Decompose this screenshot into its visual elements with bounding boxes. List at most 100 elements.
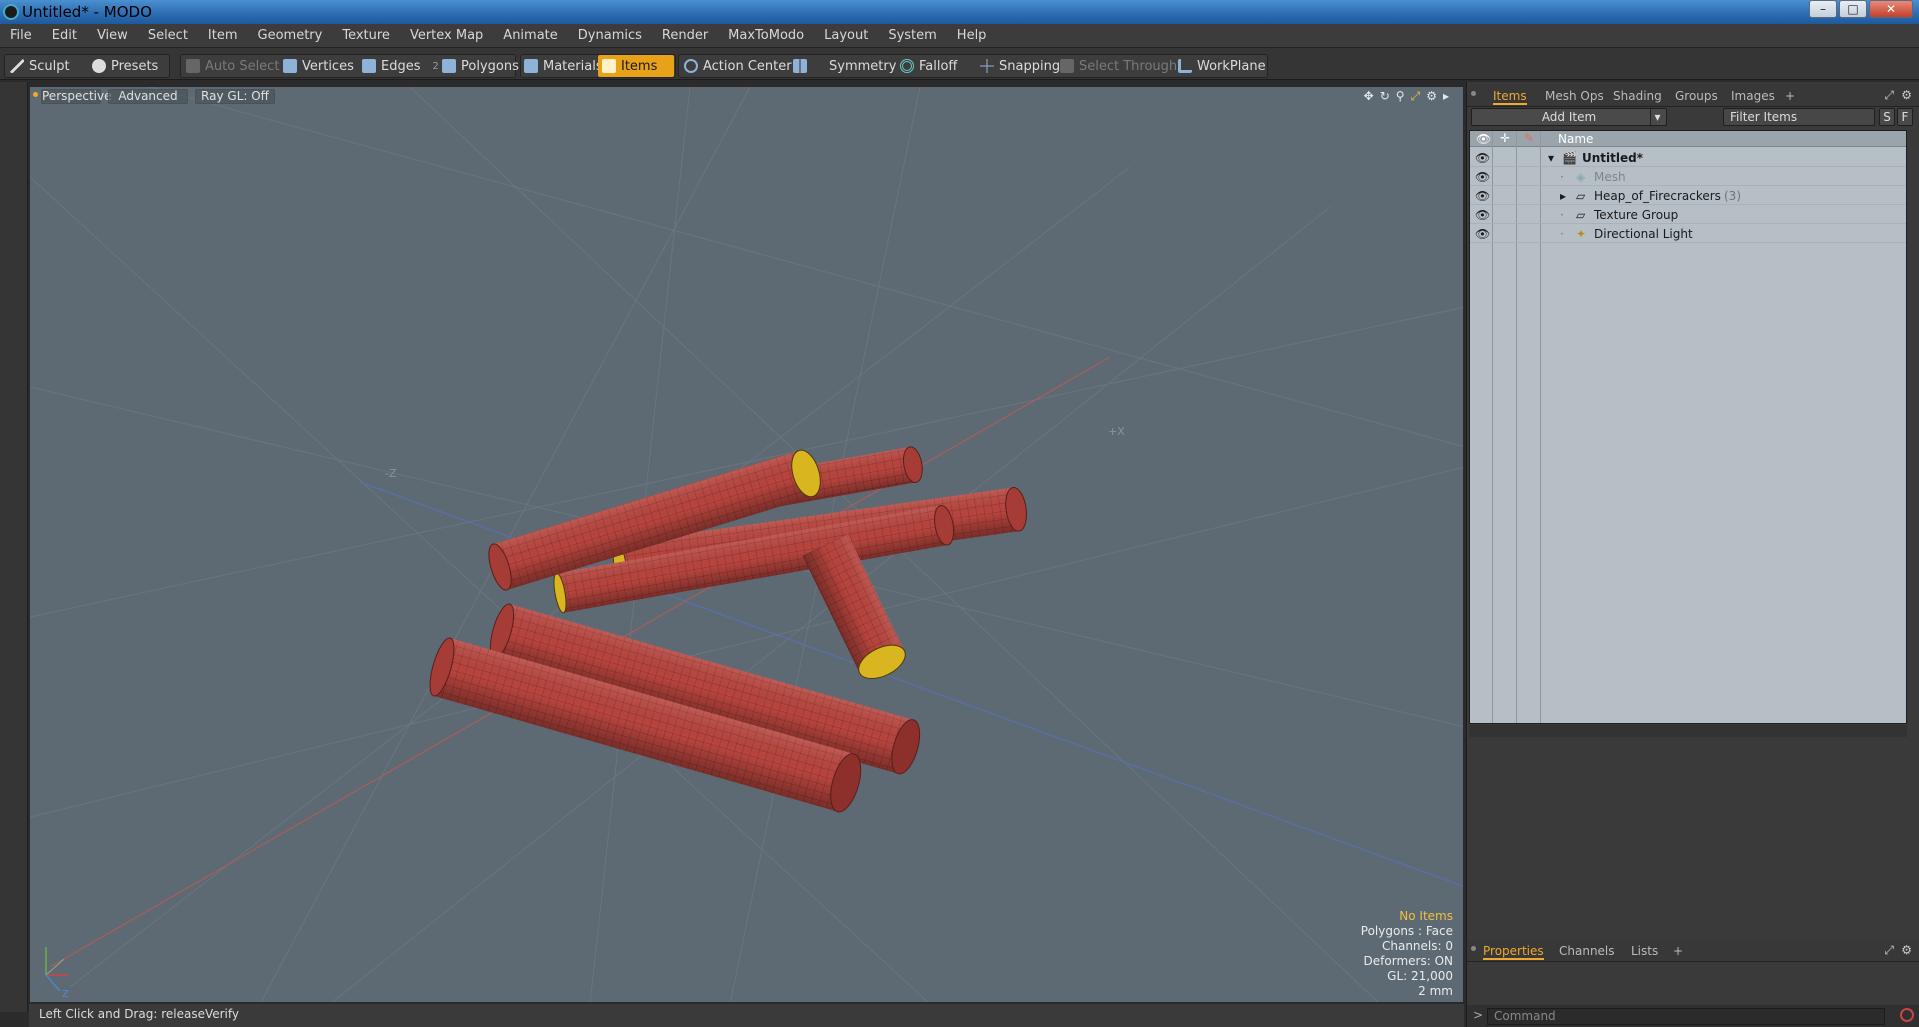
menu-view[interactable]: View xyxy=(87,28,138,43)
fit-icon[interactable]: ⤢ xyxy=(1411,89,1421,104)
polygons-button[interactable]: Polygons xyxy=(442,56,519,76)
menu-animate[interactable]: Animate xyxy=(493,28,567,43)
svg-text:Z: Z xyxy=(62,989,69,1000)
tree-row-scene[interactable]: 👁 ▾ 🎬 Untitled* xyxy=(1470,148,1906,167)
hud-polygons: Polygons : Face xyxy=(1360,924,1453,938)
group-locator-icon: ▱ xyxy=(1576,189,1586,203)
menu-system[interactable]: System xyxy=(878,28,946,43)
view-type-dropdown[interactable]: Perspective xyxy=(41,89,112,104)
eye-icon[interactable]: 👁 xyxy=(1475,227,1490,241)
filter-f-button[interactable]: F xyxy=(1897,108,1913,126)
menu-edit[interactable]: Edit xyxy=(42,28,87,43)
window-titlebar: Untitled* - MODO – □ ✕ xyxy=(0,0,1919,24)
tree-row-directional-light[interactable]: 👁 · ✦ Directional Light xyxy=(1470,224,1906,243)
panel-expand-icon[interactable]: ⤢ xyxy=(1884,943,1894,958)
minimize-button[interactable]: – xyxy=(1809,0,1837,18)
tab-channels[interactable]: Channels xyxy=(1559,944,1615,958)
sculpt-button[interactable]: Sculpt xyxy=(10,56,70,76)
menu-texture[interactable]: Texture xyxy=(332,28,400,43)
action-center-button[interactable]: Action Center xyxy=(684,56,792,76)
command-input[interactable]: Command xyxy=(1487,1008,1885,1025)
menu-vertex-map[interactable]: Vertex Map xyxy=(400,28,493,43)
panel-settings-icon[interactable]: ⚙ xyxy=(1901,943,1912,957)
snapping-icon xyxy=(980,59,994,73)
eye-icon[interactable]: 👁 xyxy=(1475,189,1490,203)
lock-column-icon[interactable]: ✛ xyxy=(1500,131,1510,145)
menu-help[interactable]: Help xyxy=(947,28,997,43)
snapping-button[interactable]: Snapping xyxy=(980,56,1060,76)
menu-select[interactable]: Select xyxy=(138,28,198,43)
items-button[interactable]: Items 5 xyxy=(602,56,684,76)
raygl-toggle[interactable]: Ray GL: Off xyxy=(195,89,275,104)
falloff-button[interactable]: Falloff xyxy=(900,56,957,76)
maximize-button[interactable]: □ xyxy=(1839,0,1867,18)
column-name[interactable]: Name xyxy=(1558,132,1593,146)
record-icon[interactable] xyxy=(1900,1008,1914,1022)
tab-items[interactable]: Items xyxy=(1493,89,1527,105)
tab-mesh-ops[interactable]: Mesh Ops xyxy=(1545,89,1604,103)
filter-items-input[interactable]: Filter Items xyxy=(1723,108,1875,126)
menu-render[interactable]: Render xyxy=(652,28,718,43)
shading-dropdown[interactable]: Advanced xyxy=(108,89,188,104)
add-item-dropdown-icon[interactable]: ▾ xyxy=(1650,109,1664,125)
item-list-header: 👁 ✛ ✎ Name xyxy=(1470,131,1906,147)
tree-row-texture-group[interactable]: 👁 · ▱ Texture Group xyxy=(1470,205,1906,224)
pan-icon[interactable]: ✥ xyxy=(1364,89,1374,104)
x-axis-label: +X xyxy=(1108,425,1125,438)
zoom-icon[interactable]: ⚲ xyxy=(1396,89,1405,104)
main-toolbar: Sculpt Presets Auto Select Vertices Edge… xyxy=(0,48,1919,80)
eye-icon[interactable]: 👁 xyxy=(1475,151,1490,165)
eye-icon[interactable]: 👁 xyxy=(1475,208,1490,222)
tab-groups[interactable]: Groups xyxy=(1675,89,1718,103)
auto-select-button[interactable]: Auto Select xyxy=(186,56,279,76)
render-column-icon[interactable]: ✎ xyxy=(1524,131,1534,145)
axis-gizmo: Z xyxy=(45,947,69,1000)
materials-icon xyxy=(524,59,538,73)
expand-arrow-icon[interactable]: ▸ xyxy=(1560,189,1566,203)
expand-arrow-icon[interactable]: ▾ xyxy=(1548,151,1554,165)
viewport-menu-icon[interactable] xyxy=(33,92,38,97)
presets-button[interactable]: Presets xyxy=(92,56,158,76)
tab-images[interactable]: Images xyxy=(1731,89,1775,103)
menu-maxtomodo[interactable]: MaxToModo xyxy=(718,28,814,43)
menu-dynamics[interactable]: Dynamics xyxy=(568,28,652,43)
tab-add[interactable]: + xyxy=(1673,944,1683,958)
menu-geometry[interactable]: Geometry xyxy=(248,28,333,43)
mesh-icon: ◈ xyxy=(1576,170,1586,184)
rotate-icon[interactable]: ↻ xyxy=(1380,89,1390,104)
tree-row-heap[interactable]: 👁 ▸ ▱ Heap_of_Firecrackers (3) xyxy=(1470,186,1906,205)
falloff-icon xyxy=(900,59,914,73)
tree-horizontal-scrollbar[interactable] xyxy=(1469,725,1907,737)
visibility-column-icon[interactable]: 👁 xyxy=(1476,132,1491,146)
filter-s-button[interactable]: S xyxy=(1879,108,1895,126)
eye-icon[interactable]: 👁 xyxy=(1475,170,1490,184)
tree-row-mesh[interactable]: 👁 · ◈ Mesh xyxy=(1470,167,1906,186)
edges-icon xyxy=(362,59,376,73)
tab-shading[interactable]: Shading xyxy=(1613,89,1662,103)
expand-arrow-icon[interactable]: ▸ xyxy=(1443,89,1449,104)
add-item-button[interactable]: Add Item ▾ xyxy=(1471,108,1667,126)
tab-lists[interactable]: Lists xyxy=(1631,944,1658,958)
menu-item[interactable]: Item xyxy=(198,28,248,43)
symmetry-button[interactable]: Symmetry xyxy=(793,56,896,76)
menu-layout[interactable]: Layout xyxy=(814,28,878,43)
settings-gear-icon[interactable]: ⚙ xyxy=(1426,89,1437,104)
tab-properties[interactable]: Properties xyxy=(1483,944,1544,960)
scene-icon: 🎬 xyxy=(1562,151,1577,165)
panel-settings-icon[interactable]: ⚙ xyxy=(1901,88,1912,102)
workplane-button[interactable]: WorkPlane xyxy=(1178,56,1266,76)
select-through-button[interactable]: Select Through xyxy=(1060,56,1177,76)
menu-file[interactable]: File xyxy=(0,28,42,43)
vertices-button[interactable]: Vertices xyxy=(283,56,354,76)
panel-menu-icon[interactable] xyxy=(1471,946,1476,951)
close-button[interactable]: ✕ xyxy=(1869,0,1913,18)
3d-viewport[interactable]: +X -Z Z Perspective Advanced Ray GL: Off… xyxy=(29,86,1464,1003)
tab-add[interactable]: + xyxy=(1785,89,1795,103)
panel-expand-icon[interactable]: ⤢ xyxy=(1884,88,1894,103)
edges-button[interactable]: Edges 2 xyxy=(362,56,439,76)
panel-menu-icon[interactable] xyxy=(1471,91,1476,96)
firecracker-heap xyxy=(429,446,1027,813)
materials-button[interactable]: Materials xyxy=(524,56,603,76)
item-list-tree[interactable]: 👁 ✛ ✎ Name 👁 ▾ 🎬 Untitled* 👁 · ◈ Mesh 👁 … xyxy=(1469,130,1907,724)
items-panel-tabs: Items Mesh Ops Shading Groups Images + ⤢… xyxy=(1467,85,1919,107)
